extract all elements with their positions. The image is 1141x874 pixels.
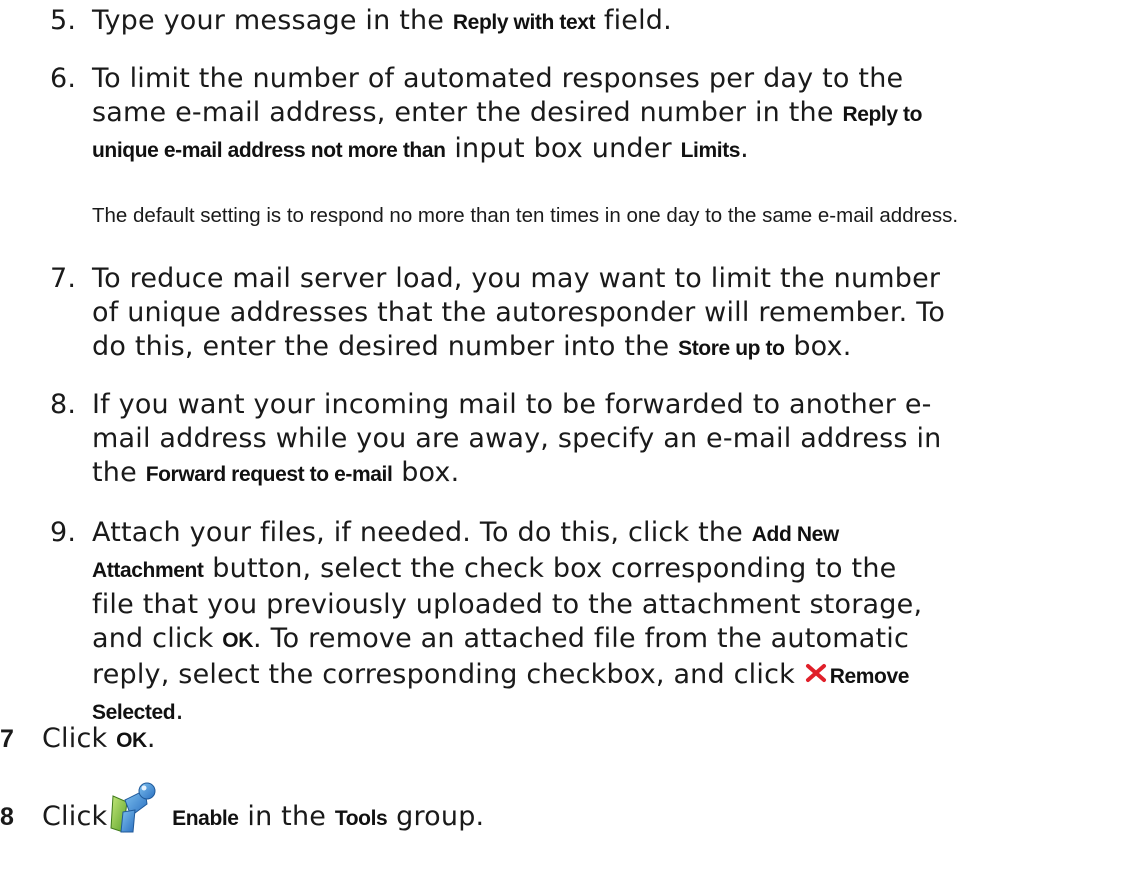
default-setting-note: The default setting is to respond no mor… bbox=[92, 204, 959, 227]
step-6-line-2: same e-mail address, enter the desired n… bbox=[92, 97, 923, 128]
step-7: 7. To reduce mail server load, you may w… bbox=[50, 262, 945, 366]
step-8-line-1: If you want your incoming mail to be for… bbox=[92, 389, 932, 420]
selected-label: Selected bbox=[92, 701, 176, 724]
step-9-line-5: reply, select the corresponding checkbox… bbox=[92, 659, 910, 690]
step-8-line-3: the Forward request to e-mail box. bbox=[92, 457, 460, 488]
tools-label: Tools bbox=[334, 807, 388, 830]
step-7-number: 7. bbox=[50, 263, 77, 294]
enable-label: Enable bbox=[172, 807, 239, 830]
step-5-line-1: Type your message in the Reply with text… bbox=[92, 5, 672, 36]
add-new-label: Add New bbox=[751, 523, 839, 546]
step-6: 6. To limit the number of automated resp… bbox=[50, 62, 922, 168]
step-9-line-4: and click OK. To remove an attached file… bbox=[92, 623, 910, 654]
step-7-line-1: To reduce mail server load, you may want… bbox=[92, 263, 941, 294]
ok-label: OK bbox=[116, 729, 147, 752]
step-9-line-6: Selected. bbox=[92, 695, 184, 726]
step-9: 9. Attach your files, if needed. To do t… bbox=[50, 516, 922, 730]
step-8-line-2: mail address while you are away, specify… bbox=[92, 423, 942, 454]
top-step-7-number: 7 bbox=[0, 725, 14, 753]
step-7-line-2: of unique addresses that the autorespond… bbox=[92, 297, 946, 328]
step-8: 8. If you want your incoming mail to be … bbox=[50, 388, 942, 492]
reply-to-label: Reply to bbox=[842, 103, 923, 126]
document-page: 5. Type your message in the Reply with t… bbox=[0, 0, 1141, 874]
ok-inline-label: OK bbox=[222, 629, 253, 652]
enable-tool-icon bbox=[110, 782, 156, 833]
step-9-line-3: file that you previously uploaded to the… bbox=[92, 589, 923, 620]
step-9-line-2: Attachment button, select the check box … bbox=[92, 553, 897, 584]
store-up-to-label: Store up to bbox=[678, 337, 785, 360]
step-5-number: 5. bbox=[50, 5, 77, 36]
top-step-8: 8 Click Enable in the Tools group. bbox=[0, 800, 484, 836]
unique-address-label: unique e-mail address not more than bbox=[92, 139, 446, 162]
forward-request-label: Forward request to e-mail bbox=[145, 463, 393, 486]
remove-label: Remove bbox=[829, 665, 910, 688]
limits-label: Limits bbox=[680, 139, 741, 162]
step-9-line-1: Attach your files, if needed. To do this… bbox=[92, 517, 839, 548]
step-8-number: 8. bbox=[50, 389, 77, 420]
step-6-line-3: unique e-mail address not more than inpu… bbox=[92, 133, 749, 164]
step-6-line-1: To limit the number of automated respons… bbox=[92, 63, 904, 94]
step-9-number: 9. bbox=[50, 517, 77, 548]
remove-x-icon bbox=[805, 664, 826, 682]
step-7-line-3: do this, enter the desired number into t… bbox=[92, 331, 852, 362]
step-6-number: 6. bbox=[50, 63, 77, 94]
step-5: 5. Type your message in the Reply with t… bbox=[50, 4, 672, 40]
reply-with-text-label: Reply with text bbox=[452, 11, 596, 34]
top-step-8-number: 8 bbox=[0, 803, 14, 831]
attachment-label: Attachment bbox=[92, 559, 204, 582]
